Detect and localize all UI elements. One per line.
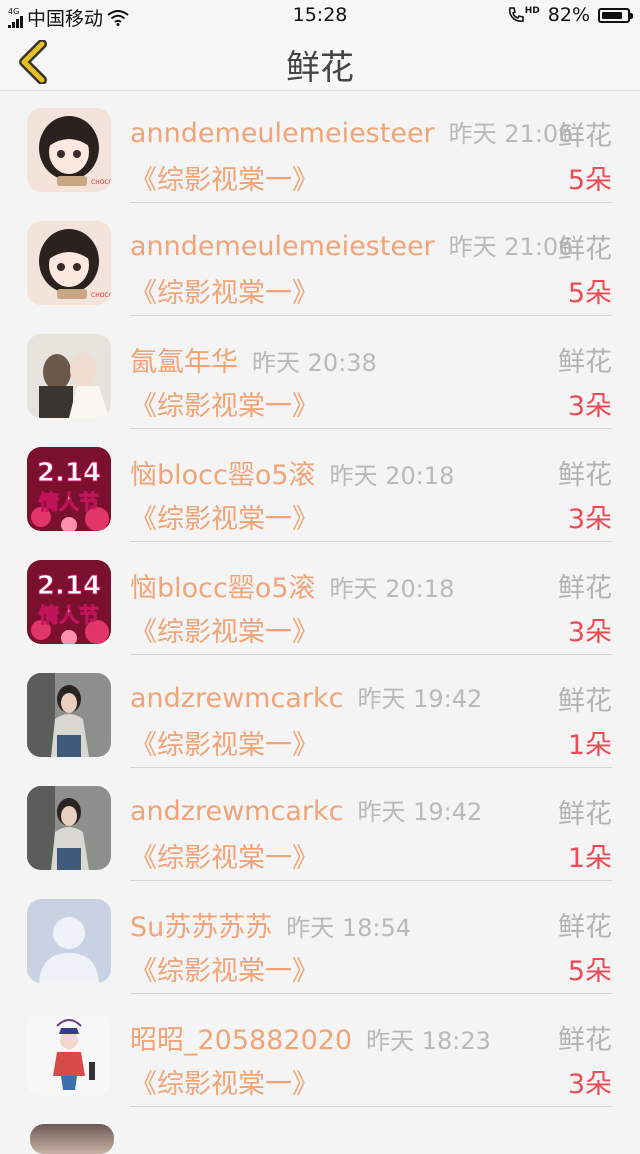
gift-type: 鲜花 — [558, 686, 612, 717]
status-right: HD 82% — [507, 4, 633, 26]
work-title[interactable]: 《综影视棠一》 — [130, 497, 319, 536]
gift-time: 昨天 21:06 — [448, 233, 574, 261]
list-item[interactable]: Su苏苏苏苏 昨天 18:54 鲜花《综影视棠一》 5朵 — [0, 881, 640, 994]
work-title[interactable]: 《综影视棠一》 — [130, 271, 319, 310]
battery-percent: 82% — [547, 4, 590, 26]
flower-count: 5朵 — [567, 278, 612, 309]
flower-count: 3朵 — [567, 1069, 612, 1100]
list-item[interactable]: 昭昭_205882020 昨天 18:23 鲜花《综影视棠一》 3朵 — [0, 994, 640, 1107]
gift-time: 昨天 19:42 — [357, 685, 483, 713]
partial-avatar — [30, 1124, 114, 1154]
gift-type: 鲜花 — [558, 234, 612, 265]
avatar[interactable]: CHOCO — [27, 221, 111, 305]
gift-type: 鲜花 — [558, 912, 612, 943]
flower-gift-list: CHOCO anndemeulemeiesteer 昨天 21:06 鲜花 《综影视棠一… — [0, 90, 640, 1138]
flower-count: 5朵 — [567, 165, 612, 196]
sender-name[interactable]: anndemeulemeiesteer 昨天 21:06 — [130, 227, 573, 262]
sender-name[interactable]: 恼blocc罂o5滚 昨天 20:18 — [130, 453, 454, 492]
sender-name[interactable]: 恼blocc罂o5滚 昨天 20:18 — [130, 566, 454, 605]
list-item[interactable]: CHOCO anndemeulemeiesteer 昨天 21:06 鲜花《综影视棠一… — [0, 90, 640, 203]
hd-label: HD — [524, 6, 540, 16]
svg-text:2.14: 2.14 — [37, 571, 101, 601]
avatar[interactable] — [27, 1012, 111, 1096]
gift-time: 昨天 20:18 — [329, 462, 455, 490]
list-item[interactable]: 2.14 情人节 恼blocc罂o5滚 昨天 20:18 鲜花 《综影视棠一》 3朵 — [0, 542, 640, 655]
gift-time: 昨天 21:06 — [448, 120, 574, 148]
list-item[interactable]: CHOCO anndemeulemeiesteer 昨天 21:06 鲜花《综影视棠一… — [0, 203, 640, 316]
status-bar: 4G 中国移动 15:28 HD 82% — [0, 0, 640, 32]
battery-icon — [598, 7, 633, 23]
work-title[interactable]: 《综影视棠一》 — [130, 836, 319, 875]
gift-type: 鲜花 — [558, 460, 612, 491]
sender-name[interactable]: anndemeulemeiesteer 昨天 21:06 — [130, 114, 573, 149]
list-item[interactable]: andzrewmcarkc 昨天 19:42 鲜花《综影视棠一》 1朵 — [0, 768, 640, 881]
flower-count: 3朵 — [567, 504, 612, 535]
gift-time: 昨天 20:18 — [329, 575, 455, 603]
svg-text:CHOCO: CHOCO — [91, 292, 111, 299]
avatar[interactable] — [27, 673, 111, 757]
flower-count: 3朵 — [567, 391, 612, 422]
svg-text:2.14: 2.14 — [37, 458, 101, 488]
sender-name[interactable]: andzrewmcarkc 昨天 19:42 — [130, 792, 482, 827]
sender-name[interactable]: 昭昭_205882020 昨天 18:23 — [130, 1018, 491, 1057]
svg-text:情人节: 情人节 — [39, 603, 99, 627]
gift-time: 昨天 18:54 — [286, 914, 412, 942]
gift-type: 鲜花 — [558, 1025, 612, 1056]
gift-type: 鲜花 — [558, 121, 612, 152]
gift-type: 鲜花 — [558, 573, 612, 604]
flower-count: 5朵 — [567, 956, 612, 987]
avatar[interactable] — [27, 334, 111, 418]
svg-text:情人节: 情人节 — [39, 490, 99, 514]
work-title[interactable]: 《综影视棠一》 — [130, 723, 319, 762]
svg-text:CHOCO: CHOCO — [91, 179, 111, 186]
flower-count: 3朵 — [567, 617, 612, 648]
list-item[interactable]: andzrewmcarkc 昨天 19:42 鲜花《综影视棠一》 1朵 — [0, 655, 640, 768]
gift-type: 鲜花 — [558, 799, 612, 830]
page-title: 鲜花 — [286, 48, 354, 88]
avatar[interactable] — [27, 786, 111, 870]
avatar[interactable]: 2.14 情人节 — [27, 560, 111, 644]
gift-type: 鲜花 — [558, 347, 612, 378]
sender-name[interactable]: Su苏苏苏苏 昨天 18:54 — [130, 905, 411, 944]
gift-time: 昨天 19:42 — [357, 798, 483, 826]
gift-time: 昨天 18:23 — [366, 1027, 491, 1055]
flower-count: 1朵 — [567, 730, 612, 761]
work-title[interactable]: 《综影视棠一》 — [130, 610, 319, 649]
work-title[interactable]: 《综影视棠一》 — [130, 1062, 319, 1101]
divider — [130, 1106, 612, 1107]
nav-bar: 鲜花 — [0, 32, 640, 91]
work-title[interactable]: 《综影视棠一》 — [130, 158, 319, 197]
avatar[interactable]: 2.14 情人节 — [27, 447, 111, 531]
work-title[interactable]: 《综影视棠一》 — [130, 384, 319, 423]
list-item[interactable]: 2.14 情人节 恼blocc罂o5滚 昨天 20:18 鲜花 《综影视棠一》 3朵 — [0, 429, 640, 542]
work-title[interactable]: 《综影视棠一》 — [130, 949, 319, 988]
avatar[interactable] — [27, 899, 111, 983]
hd-call-icon: HD — [507, 6, 540, 24]
avatar[interactable]: CHOCO — [27, 108, 111, 192]
sender-name[interactable]: andzrewmcarkc 昨天 19:42 — [130, 679, 482, 714]
sender-name[interactable]: 氤氲年华 昨天 20:38 — [130, 340, 377, 379]
flower-count: 1朵 — [567, 843, 612, 874]
list-item[interactable]: 氤氲年华 昨天 20:38 鲜花《综影视棠一》 3朵 — [0, 316, 640, 429]
gift-time: 昨天 20:38 — [252, 349, 377, 377]
